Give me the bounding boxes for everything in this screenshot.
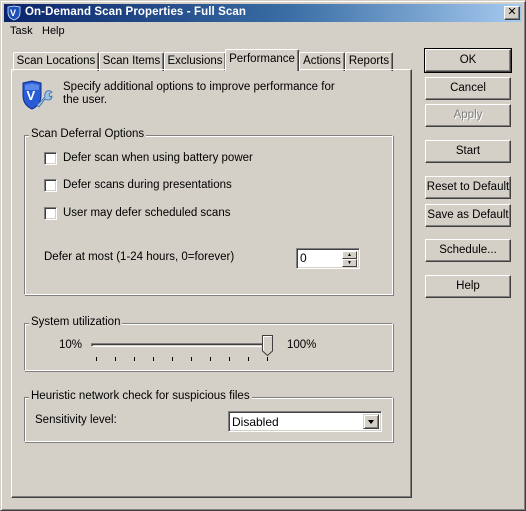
chevron-down-icon (368, 420, 374, 424)
slider-tick (172, 357, 173, 361)
start-button[interactable]: Start (425, 140, 511, 163)
window-title: On-Demand Scan Properties - Full Scan (25, 6, 246, 18)
slider-tick (191, 357, 192, 361)
shield-wrench-icon: V (22, 80, 53, 110)
user-defer-label[interactable]: User may defer scheduled scans (63, 207, 230, 219)
schedule-button[interactable]: Schedule... (425, 239, 511, 262)
svg-text:V: V (10, 8, 16, 18)
defer-battery-checkbox[interactable] (44, 152, 57, 165)
close-button[interactable]: ✕ (504, 6, 520, 20)
utilization-min-label: 10% (59, 339, 83, 351)
utilization-slider-thumb[interactable] (262, 335, 273, 356)
slider-tick (229, 357, 230, 361)
heuristic-check-legend: Heuristic network check for suspicious f… (29, 390, 252, 402)
defer-presentations-label[interactable]: Defer scans during presentations (63, 179, 232, 191)
arrow-up-icon: ▲ (347, 252, 352, 258)
title-bar[interactable]: V On-Demand Scan Properties - Full Scan … (4, 4, 522, 22)
slider-tick (96, 357, 97, 361)
dropdown-button[interactable] (363, 414, 379, 429)
spin-up-button[interactable]: ▲ (342, 251, 357, 259)
menu-task[interactable]: Task (10, 25, 33, 37)
defer-presentations-checkbox[interactable] (44, 179, 57, 192)
slider-tick (115, 357, 116, 361)
defer-battery-label[interactable]: Defer scan when using battery power (63, 152, 253, 164)
utilization-max-label: 100% (287, 339, 317, 351)
defer-hours-value[interactable]: 0 (300, 251, 307, 265)
tab-joint (227, 68, 297, 71)
cancel-button[interactable]: Cancel (425, 77, 511, 100)
close-icon: ✕ (507, 6, 517, 18)
sensitivity-level-label: Sensitivity level: (35, 414, 117, 426)
help-button[interactable]: Help (425, 275, 511, 298)
app-shield-icon: V (7, 5, 21, 21)
scan-deferral-legend: Scan Deferral Options (29, 128, 147, 140)
defer-hours-spinner[interactable]: 0 ▲ ▼ (296, 248, 360, 269)
slider-tick (134, 357, 135, 361)
sensitivity-level-select[interactable]: Disabled (228, 411, 382, 432)
svg-text:V: V (27, 88, 36, 103)
defer-at-most-label: Defer at most (1-24 hours, 0=forever) (44, 251, 235, 263)
utilization-slider-track[interactable] (91, 343, 273, 347)
save-as-default-button[interactable]: Save as Default (425, 204, 511, 227)
user-defer-checkbox[interactable] (44, 207, 57, 220)
slider-tick (153, 357, 154, 361)
reset-to-default-button[interactable]: Reset to Default (425, 176, 511, 199)
system-utilization-legend: System utilization (29, 316, 123, 328)
spin-down-button[interactable]: ▼ (342, 259, 357, 267)
sensitivity-level-value[interactable]: Disabled (232, 415, 279, 429)
slider-tick (210, 357, 211, 361)
apply-button[interactable]: Apply (425, 104, 511, 127)
intro-description: Specify additional options to improve pe… (63, 81, 335, 106)
arrow-down-icon: ▼ (347, 260, 352, 266)
ok-button[interactable]: OK (424, 48, 512, 73)
menu-help[interactable]: Help (42, 25, 65, 37)
slider-tick (267, 357, 268, 361)
slider-tick (248, 357, 249, 361)
